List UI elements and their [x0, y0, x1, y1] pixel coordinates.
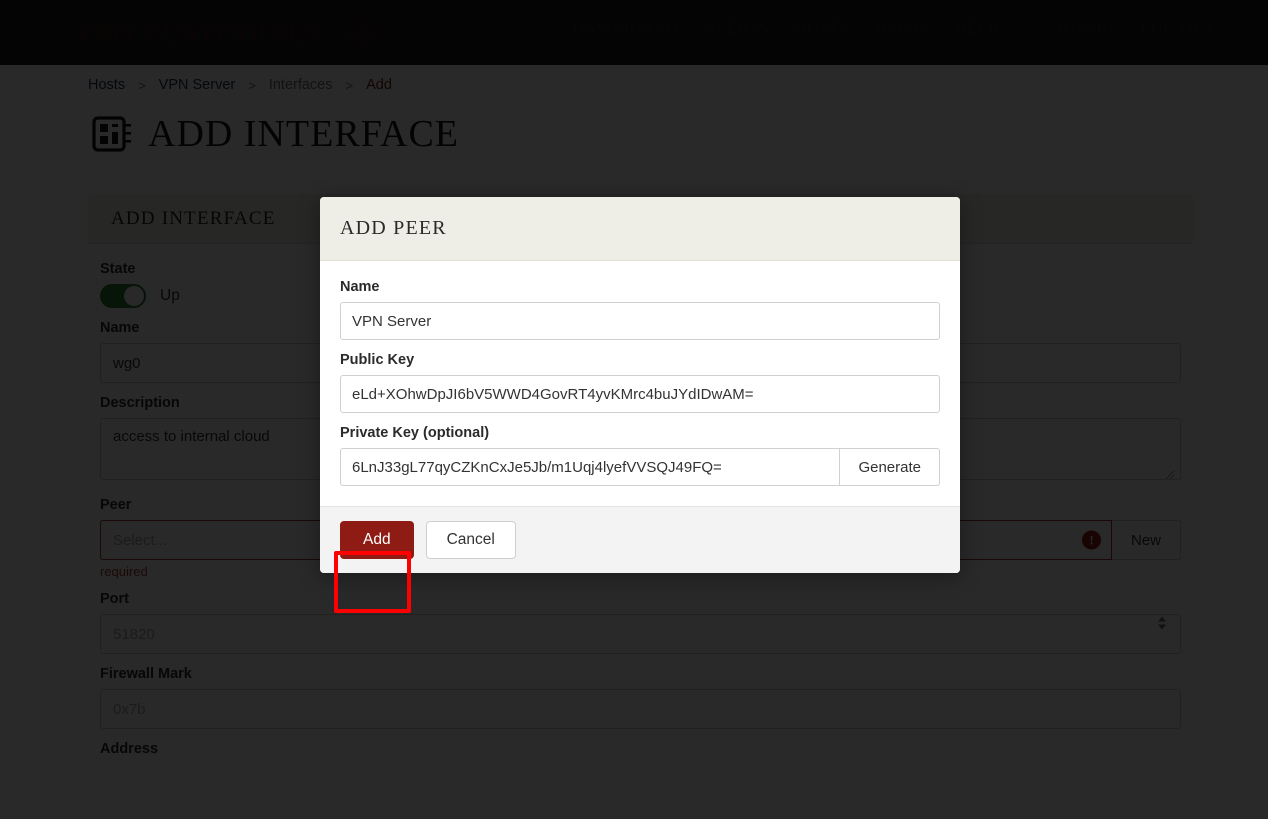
modal-body: Name Public Key Private Key (optional) G… [320, 261, 960, 506]
modal-header: ADD PEER [320, 197, 960, 261]
modal-public-key-input[interactable] [340, 375, 940, 413]
modal-title: ADD PEER [340, 217, 447, 239]
modal-private-key-input[interactable] [340, 448, 841, 486]
modal-field-name: Name [340, 279, 940, 340]
cancel-button[interactable]: Cancel [425, 521, 516, 559]
modal-label-name: Name [340, 279, 380, 295]
generate-key-button[interactable]: Generate [840, 448, 940, 486]
modal-name-input[interactable] [340, 302, 940, 340]
add-button[interactable]: Add [340, 521, 414, 559]
modal-label-private-key: Private Key (optional) [340, 425, 490, 441]
add-peer-modal: ADD PEER Name Public Key Private Key (op… [320, 197, 960, 573]
modal-field-public-key: Public Key [340, 352, 940, 413]
modal-field-private-key: Private Key (optional) Generate [340, 425, 940, 486]
modal-label-public-key: Public Key [340, 352, 415, 368]
modal-footer: Add Cancel [320, 506, 960, 573]
